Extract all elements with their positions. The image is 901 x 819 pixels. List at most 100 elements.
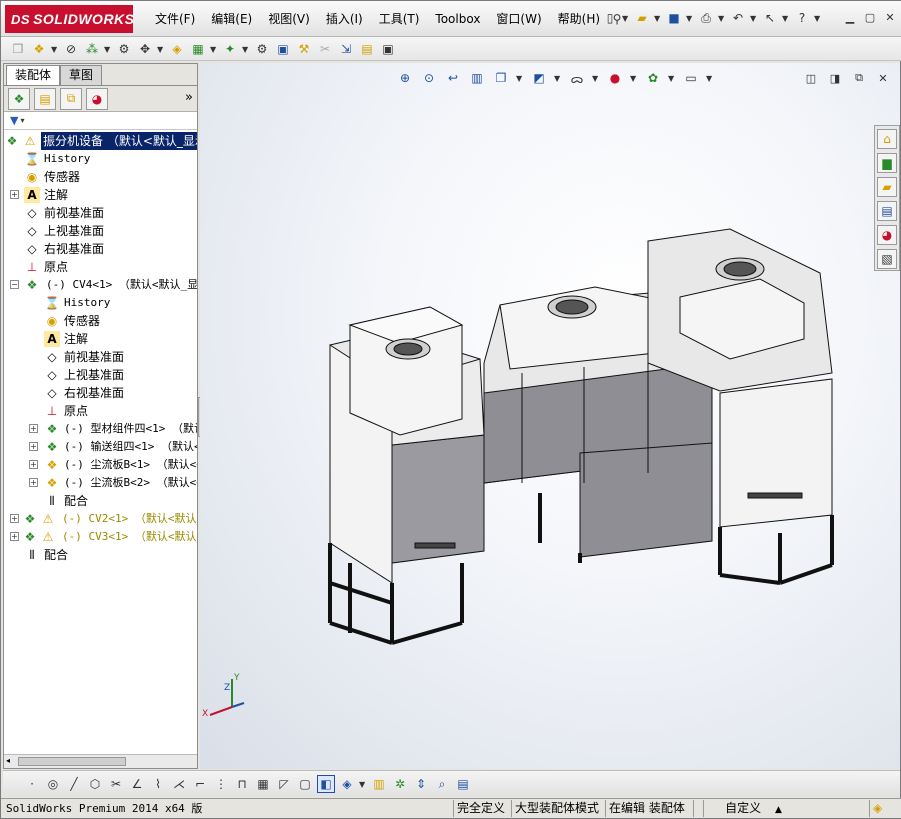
- mate-icon[interactable]: ⊘: [62, 40, 80, 58]
- measure-icon[interactable]: ⌕: [433, 775, 451, 793]
- chevron-down-icon[interactable]: ▼: [750, 14, 758, 23]
- expand-icon[interactable]: +: [29, 424, 38, 433]
- units-selector[interactable]: 自定义 ▲: [703, 800, 803, 817]
- interference-icon[interactable]: ✂: [316, 40, 334, 58]
- reference-geometry-icon[interactable]: ✦: [221, 40, 239, 58]
- tree-item-dust-plate-2[interactable]: + ❖ (-) 尘流板B<2> （默认<<: [4, 474, 197, 492]
- menu-view[interactable]: 视图(V): [260, 1, 318, 37]
- open-folder-icon[interactable]: ▰: [633, 9, 651, 27]
- new-part-icon[interactable]: ❖: [30, 40, 48, 58]
- chevron-down-icon[interactable]: ▼: [359, 780, 367, 789]
- scrollbar-thumb[interactable]: [18, 757, 126, 766]
- tree-filter[interactable]: ▼ ▾: [4, 112, 197, 130]
- center-stand[interactable]: [538, 493, 582, 563]
- tree-item-annotations[interactable]: + A 注解: [4, 186, 197, 204]
- tree-item-sub-front-plane[interactable]: ◇ 前视基准面: [4, 348, 197, 366]
- move-icon[interactable]: ⇕: [412, 775, 430, 793]
- new-document-icon[interactable]: ▯: [601, 9, 619, 27]
- tab-sketch[interactable]: 草图: [60, 65, 103, 85]
- configuration-manager-icon[interactable]: ⧉: [60, 87, 82, 110]
- tree-item-origin[interactable]: ⊥ 原点: [4, 258, 197, 276]
- expand-icon[interactable]: +: [29, 478, 38, 487]
- smart-fasteners-icon[interactable]: ⚙: [115, 40, 133, 58]
- undo-icon[interactable]: ↶: [729, 9, 747, 27]
- chevron-down-icon[interactable]: ▼: [157, 45, 165, 54]
- tree-item-mates[interactable]: ⫴ 配合: [4, 546, 197, 564]
- construction-geometry-icon[interactable]: ⋮: [212, 775, 230, 793]
- print-icon[interactable]: ⎙: [697, 9, 715, 27]
- tree-item-sub-history[interactable]: ⌛ History: [4, 294, 197, 312]
- display-manager-icon[interactable]: ◕: [86, 87, 108, 110]
- circle-icon[interactable]: ◎: [44, 775, 62, 793]
- expand-icon[interactable]: +: [29, 442, 38, 451]
- linear-pattern-icon[interactable]: ⁂: [83, 40, 101, 58]
- table-icon[interactable]: ▤: [454, 775, 472, 793]
- tree-item-right-plane[interactable]: ◇ 右视基准面: [4, 240, 197, 258]
- expand-icon[interactable]: +: [29, 460, 38, 469]
- grid-icon[interactable]: ▦: [254, 775, 272, 793]
- tree-item-cv2[interactable]: + ❖ ⚠ (-) CV2<1> （默认<默认_显: [4, 510, 197, 528]
- tree-item-cv3[interactable]: + ❖ ⚠ (-) CV3<1> （默认<默认_显: [4, 528, 197, 546]
- chevron-down-icon[interactable]: ▼: [654, 14, 662, 23]
- 3d-sketch-icon[interactable]: ▢: [296, 775, 314, 793]
- chevron-up-icon[interactable]: ▲: [775, 805, 782, 815]
- menu-file[interactable]: 文件(F): [147, 1, 203, 37]
- help-icon[interactable]: ?: [793, 9, 811, 27]
- corner-rectangle-icon[interactable]: ⌐: [191, 775, 209, 793]
- graphics-area[interactable]: ⊕ ⊙ ↩ ▥ ❐ ▼ ◩ ▼ ᯅ ▼ ● ▼ ✿ ▼ ▭ ▼ ◫ ◨ ⧉ ✕ ⌂ ▆ ▰ …: [200, 63, 900, 769]
- tree-item-profile-group[interactable]: + ❖ (-) 型材组件四<1> （默认<: [4, 420, 197, 438]
- menu-toolbox[interactable]: Toolbox: [427, 1, 488, 37]
- show-hidden-icon[interactable]: ◈: [168, 40, 186, 58]
- insert-component-icon[interactable]: ❒: [9, 40, 27, 58]
- bill-of-materials-icon[interactable]: ⚙: [253, 40, 271, 58]
- chevron-down-icon[interactable]: ▼: [782, 14, 790, 23]
- tree-item-sub-annotations[interactable]: A 注解: [4, 330, 197, 348]
- dimension-icon[interactable]: ⊓: [233, 775, 251, 793]
- view-cube-icon[interactable]: ◈: [338, 775, 356, 793]
- tree-item-dust-plate-1[interactable]: + ❖ (-) 尘流板B<1> （默认<<: [4, 456, 197, 474]
- mate-icon[interactable]: ✲: [391, 775, 409, 793]
- menu-window[interactable]: 窗口(W): [488, 1, 549, 37]
- menu-edit[interactable]: 编辑(E): [203, 1, 260, 37]
- point-icon[interactable]: ·: [23, 775, 41, 793]
- save-icon[interactable]: ■: [665, 9, 683, 27]
- rebuild-icon[interactable]: ◈: [869, 800, 885, 817]
- menu-help[interactable]: 帮助(H): [550, 1, 608, 37]
- tree-item-root-assembly[interactable]: ❖ ⚠ 振分机设备 （默认<默认_显示: [4, 132, 197, 150]
- tree-item-top-plane[interactable]: ◇ 上视基准面: [4, 222, 197, 240]
- tree-item-sensors[interactable]: ◉ 传感器: [4, 168, 197, 186]
- chevron-down-icon[interactable]: ▼: [622, 14, 630, 23]
- offset-icon[interactable]: ⋌: [170, 775, 188, 793]
- tree-item-cv4[interactable]: − ❖ (-) CV4<1> （默认<默认_显示: [4, 276, 197, 294]
- line-icon[interactable]: ╱: [65, 775, 83, 793]
- tab-assembly[interactable]: 装配体: [6, 65, 61, 85]
- tree-item-conveyor-group[interactable]: + ❖ (-) 输送组四<1> （默认<: [4, 438, 197, 456]
- tree-item-sub-top-plane[interactable]: ◇ 上视基准面: [4, 366, 197, 384]
- scroll-left-icon[interactable]: ◂: [6, 756, 10, 765]
- assembly-3d-model[interactable]: [200, 63, 900, 769]
- chevron-down-icon[interactable]: ▼: [104, 45, 112, 54]
- polygon-icon[interactable]: ⬡: [86, 775, 104, 793]
- component-icon[interactable]: ▥: [370, 775, 388, 793]
- tree-item-front-plane[interactable]: ◇ 前视基准面: [4, 204, 197, 222]
- extrude-icon[interactable]: ◧: [317, 775, 335, 793]
- clearance-icon[interactable]: ⇲: [337, 40, 355, 58]
- tree-item-sub-sensors[interactable]: ◉ 传感器: [4, 312, 197, 330]
- tree-item-sub-mates[interactable]: ⫴ 配合: [4, 492, 197, 510]
- chevron-down-icon[interactable]: ▼: [242, 45, 250, 54]
- restore-icon[interactable]: ▢: [862, 9, 878, 25]
- filter-icon[interactable]: ▼: [10, 114, 18, 127]
- expand-icon[interactable]: +: [10, 190, 19, 199]
- collapse-icon[interactable]: −: [10, 280, 19, 289]
- tree-item-sub-right-plane[interactable]: ◇ 右视基准面: [4, 384, 197, 402]
- trim-icon[interactable]: ✂: [107, 775, 125, 793]
- instant3d-icon[interactable]: ▣: [379, 40, 397, 58]
- solidworks-logo[interactable]: DS SOLIDWORKS: [5, 5, 134, 33]
- angle-icon[interactable]: ∠: [128, 775, 146, 793]
- more-tabs-icon[interactable]: »: [185, 90, 193, 105]
- expand-icon[interactable]: +: [10, 532, 19, 541]
- sketch-plane-icon[interactable]: ◸: [275, 775, 293, 793]
- menu-tools[interactable]: 工具(T): [371, 1, 428, 37]
- menu-insert[interactable]: 插入(I): [318, 1, 371, 37]
- left-module[interactable]: [329, 306, 485, 584]
